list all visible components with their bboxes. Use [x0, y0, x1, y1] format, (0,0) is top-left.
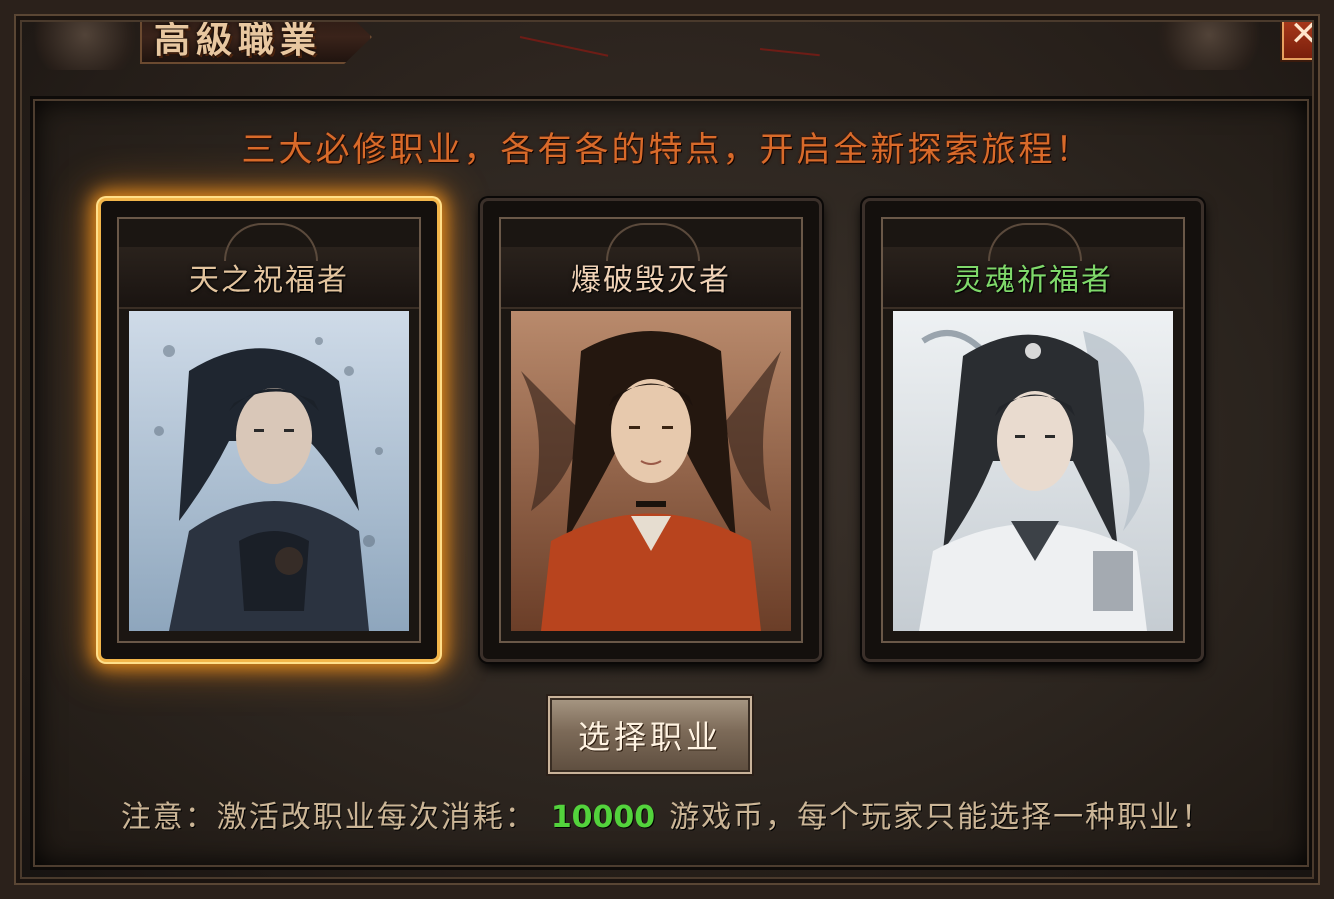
- close-button[interactable]: ✕: [1282, 8, 1326, 60]
- class-portrait: [893, 311, 1173, 631]
- portrait-ice-warrior: [129, 311, 409, 631]
- class-card-soul-blesser[interactable]: 灵魂祈福者: [862, 198, 1204, 662]
- notice-prefix: 注意：激活改职业每次消耗：: [120, 800, 537, 835]
- card-inner-frame: 灵魂祈福者: [881, 217, 1185, 643]
- card-header: 天之祝福者: [119, 223, 419, 309]
- close-icon: ✕: [1289, 14, 1319, 54]
- card-header: 灵魂祈福者: [883, 223, 1183, 309]
- card-inner-frame: 爆破毁灭者: [499, 217, 803, 643]
- header-arc-ornament: [606, 223, 700, 261]
- frame-crack: [979, 0, 1047, 22]
- window-title: 高級職業: [154, 19, 323, 61]
- class-name: 灵魂祈福者: [953, 263, 1113, 298]
- dragon-ornament-left: [20, 0, 150, 70]
- class-portrait: [129, 311, 409, 631]
- frame-crack: [519, 36, 609, 57]
- notice-text: 注意：激活改职业每次消耗： 10000 游戏币，每个玩家只能选择一种职业！: [0, 792, 1334, 836]
- portrait-soul-priest: [893, 311, 1173, 631]
- portrait-fire-warrior: [511, 311, 791, 631]
- frame-crack: [759, 48, 820, 57]
- class-name: 爆破毁灭者: [571, 263, 731, 298]
- header-arc-ornament: [224, 223, 318, 261]
- window-title-plate: 高級職業: [140, 10, 372, 64]
- advanced-class-window: 高級職業 ✕ 三大必修职业，各有各的特点，开启全新探索旅程！ 天之祝福者 爆破毁…: [0, 0, 1334, 899]
- class-name: 天之祝福者: [189, 263, 349, 298]
- class-card-heaven-blesser[interactable]: 天之祝福者: [98, 198, 440, 662]
- class-card-explosion-destroyer[interactable]: 爆破毁灭者: [480, 198, 822, 662]
- cost-amount: 10000: [550, 800, 656, 835]
- dragon-ornament-right: [1144, 0, 1274, 70]
- card-inner-frame: 天之祝福者: [117, 217, 421, 643]
- card-header: 爆破毁灭者: [501, 223, 801, 309]
- header-arc-ornament: [988, 223, 1082, 261]
- notice-suffix: 游戏币，每个玩家只能选择一种职业！: [669, 800, 1214, 835]
- class-portrait: [511, 311, 791, 631]
- select-class-button[interactable]: 选择职业: [548, 696, 752, 774]
- subtitle: 三大必修职业，各有各的特点，开启全新探索旅程！: [241, 130, 1093, 170]
